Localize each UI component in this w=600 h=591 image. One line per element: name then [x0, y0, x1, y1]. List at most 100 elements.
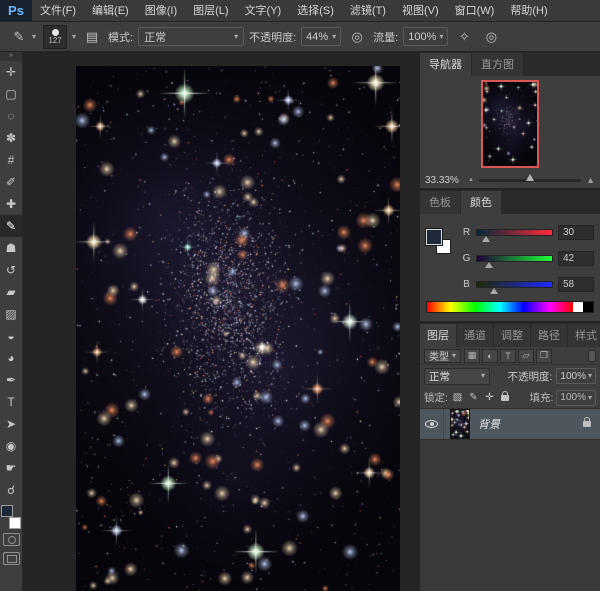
- tool-blur[interactable]: ◒: [0, 325, 23, 347]
- channel-slider-r[interactable]: [476, 229, 553, 236]
- brush-preset-caret-icon[interactable]: ▾: [72, 33, 76, 41]
- tab-paths[interactable]: 路径: [531, 324, 567, 347]
- tool-eyedropper[interactable]: ✐: [0, 171, 23, 193]
- lock-transparency-icon[interactable]: ▨: [451, 392, 464, 403]
- channel-label: R: [462, 227, 471, 238]
- channel-slider-g[interactable]: [476, 255, 553, 262]
- tab-histogram[interactable]: 直方图: [472, 53, 523, 76]
- lock-position-icon[interactable]: ✛: [483, 392, 496, 403]
- layer-opacity-select[interactable]: 100% ▾: [556, 368, 596, 384]
- navigator-body: [420, 76, 600, 172]
- tab-layers[interactable]: 图层: [420, 324, 456, 347]
- tool-path-select[interactable]: ➤: [0, 413, 23, 435]
- filter-type-layers-icon[interactable]: T: [500, 349, 516, 363]
- tool-quick-select[interactable]: ✽: [0, 127, 23, 149]
- spectrum-white-swatch[interactable]: [573, 302, 583, 312]
- navigator-view-box[interactable]: [481, 80, 539, 168]
- menu-window[interactable]: 窗口(W): [447, 0, 503, 21]
- tool-clone-stamp[interactable]: ☗: [0, 237, 23, 259]
- pressure-opacity-button[interactable]: ◎: [346, 26, 368, 48]
- tool-type-tool[interactable]: T: [0, 391, 23, 413]
- channel-slider-b[interactable]: [476, 281, 553, 288]
- tab-color[interactable]: 颜色: [461, 191, 501, 214]
- tool-eraser[interactable]: ▰: [0, 281, 23, 303]
- tool-dodge[interactable]: ◕: [0, 347, 23, 369]
- tool-marquee[interactable]: ▢: [0, 83, 23, 105]
- opacity-select[interactable]: 44% ▾: [301, 27, 341, 46]
- tool-brush[interactable]: ✎: [0, 215, 23, 237]
- color-spectrum-ramp[interactable]: [426, 301, 594, 313]
- channel-value-field[interactable]: 30: [558, 225, 594, 240]
- layer-thumbnail[interactable]: [450, 409, 470, 439]
- document-canvas[interactable]: [76, 66, 400, 591]
- zoom-slider-thumb[interactable]: [526, 174, 534, 181]
- channel-value-field[interactable]: 42: [558, 251, 594, 266]
- layer-filter-kind-select[interactable]: 类型 ▾: [424, 349, 461, 363]
- filter-smart-objects-icon[interactable]: ❐: [536, 349, 552, 363]
- menu-image[interactable]: 图像(I): [137, 0, 185, 21]
- menu-layer[interactable]: 图层(L): [185, 0, 236, 21]
- tab-navigator[interactable]: 导航器: [420, 53, 471, 76]
- flow-select[interactable]: 100% ▾: [403, 27, 448, 46]
- menu-file[interactable]: 文件(F): [32, 0, 84, 21]
- background-color-swatch[interactable]: [9, 517, 21, 529]
- channel-row-g: G42: [462, 245, 594, 271]
- spectrum-gradient[interactable]: [427, 302, 573, 312]
- zoom-slider[interactable]: [479, 179, 581, 182]
- filter-adjustment-layers-icon[interactable]: ◐: [482, 349, 498, 363]
- zoom-in-icon[interactable]: ▲: [586, 175, 595, 185]
- tool-gradient[interactable]: ▨: [0, 303, 23, 325]
- tool-shape[interactable]: ◉: [0, 435, 23, 457]
- tool-zoom[interactable]: ☌: [0, 479, 23, 501]
- pressure-size-button[interactable]: ◎: [480, 26, 502, 48]
- layer-row-background[interactable]: 背景: [420, 409, 600, 440]
- tool-lasso[interactable]: ◌: [0, 105, 23, 127]
- tool-preset-picker[interactable]: ✎ ▾: [6, 25, 38, 49]
- clone-stamp-icon: ☗: [6, 241, 17, 255]
- tool-pen[interactable]: ✒: [0, 369, 23, 391]
- layer-blend-mode-select[interactable]: 正常 ▾: [424, 368, 490, 385]
- zoom-value-field[interactable]: 33.33%: [425, 175, 463, 186]
- channel-value-field[interactable]: 58: [558, 277, 594, 292]
- tool-healing-brush[interactable]: ✚: [0, 193, 23, 215]
- tool-history-brush[interactable]: ↺: [0, 259, 23, 281]
- tab-adjustments[interactable]: 调整: [494, 324, 530, 347]
- filter-pixel-layers-icon[interactable]: ▦: [464, 349, 480, 363]
- channel-slider-thumb[interactable]: [490, 288, 498, 294]
- channel-row-b: B58: [462, 271, 594, 297]
- tab-swatches[interactable]: 色板: [420, 191, 460, 214]
- tab-styles[interactable]: 样式: [568, 324, 600, 347]
- layer-name[interactable]: 背景: [478, 416, 583, 432]
- foreground-color-swatch[interactable]: [1, 505, 13, 517]
- menu-edit[interactable]: 编辑(E): [84, 0, 137, 21]
- brush-preset-picker[interactable]: 127: [43, 25, 67, 49]
- toolbar-collapse-button[interactable]: »: [0, 52, 22, 61]
- tool-crop[interactable]: #: [0, 149, 23, 171]
- menu-select[interactable]: 选择(S): [289, 0, 342, 21]
- channel-slider-thumb[interactable]: [482, 236, 490, 242]
- filter-shape-layers-icon[interactable]: ▱: [518, 349, 534, 363]
- lock-all-icon[interactable]: [499, 392, 512, 404]
- tab-channels[interactable]: 通道: [457, 324, 493, 347]
- spectrum-black-swatch[interactable]: [583, 302, 593, 312]
- quick-mask-button[interactable]: [3, 533, 20, 546]
- layer-filter-toggle[interactable]: [588, 350, 596, 362]
- toggle-brush-panel-button[interactable]: ▤: [81, 26, 103, 48]
- foreground-color-swatch[interactable]: [426, 229, 442, 245]
- menu-help[interactable]: 帮助(H): [502, 0, 555, 21]
- lock-pixels-icon[interactable]: ✎: [467, 392, 480, 403]
- channel-slider-thumb[interactable]: [485, 262, 493, 268]
- navigator-thumbnail[interactable]: [483, 82, 537, 166]
- layer-visibility-toggle[interactable]: [420, 409, 444, 439]
- menu-filter[interactable]: 滤镜(T): [342, 0, 394, 21]
- layer-fill-select[interactable]: 100% ▾: [556, 390, 596, 406]
- zoom-out-icon[interactable]: ▲: [468, 177, 474, 183]
- tool-move[interactable]: ✛: [0, 61, 23, 83]
- menu-view[interactable]: 视图(V): [394, 0, 447, 21]
- menu-type[interactable]: 文字(Y): [237, 0, 290, 21]
- document-workspace: [23, 52, 420, 591]
- tool-hand[interactable]: ☛: [0, 457, 23, 479]
- screen-mode-button[interactable]: [3, 552, 20, 565]
- paint-mode-select[interactable]: 正常 ▾: [138, 27, 244, 46]
- airbrush-button[interactable]: ✧: [453, 26, 475, 48]
